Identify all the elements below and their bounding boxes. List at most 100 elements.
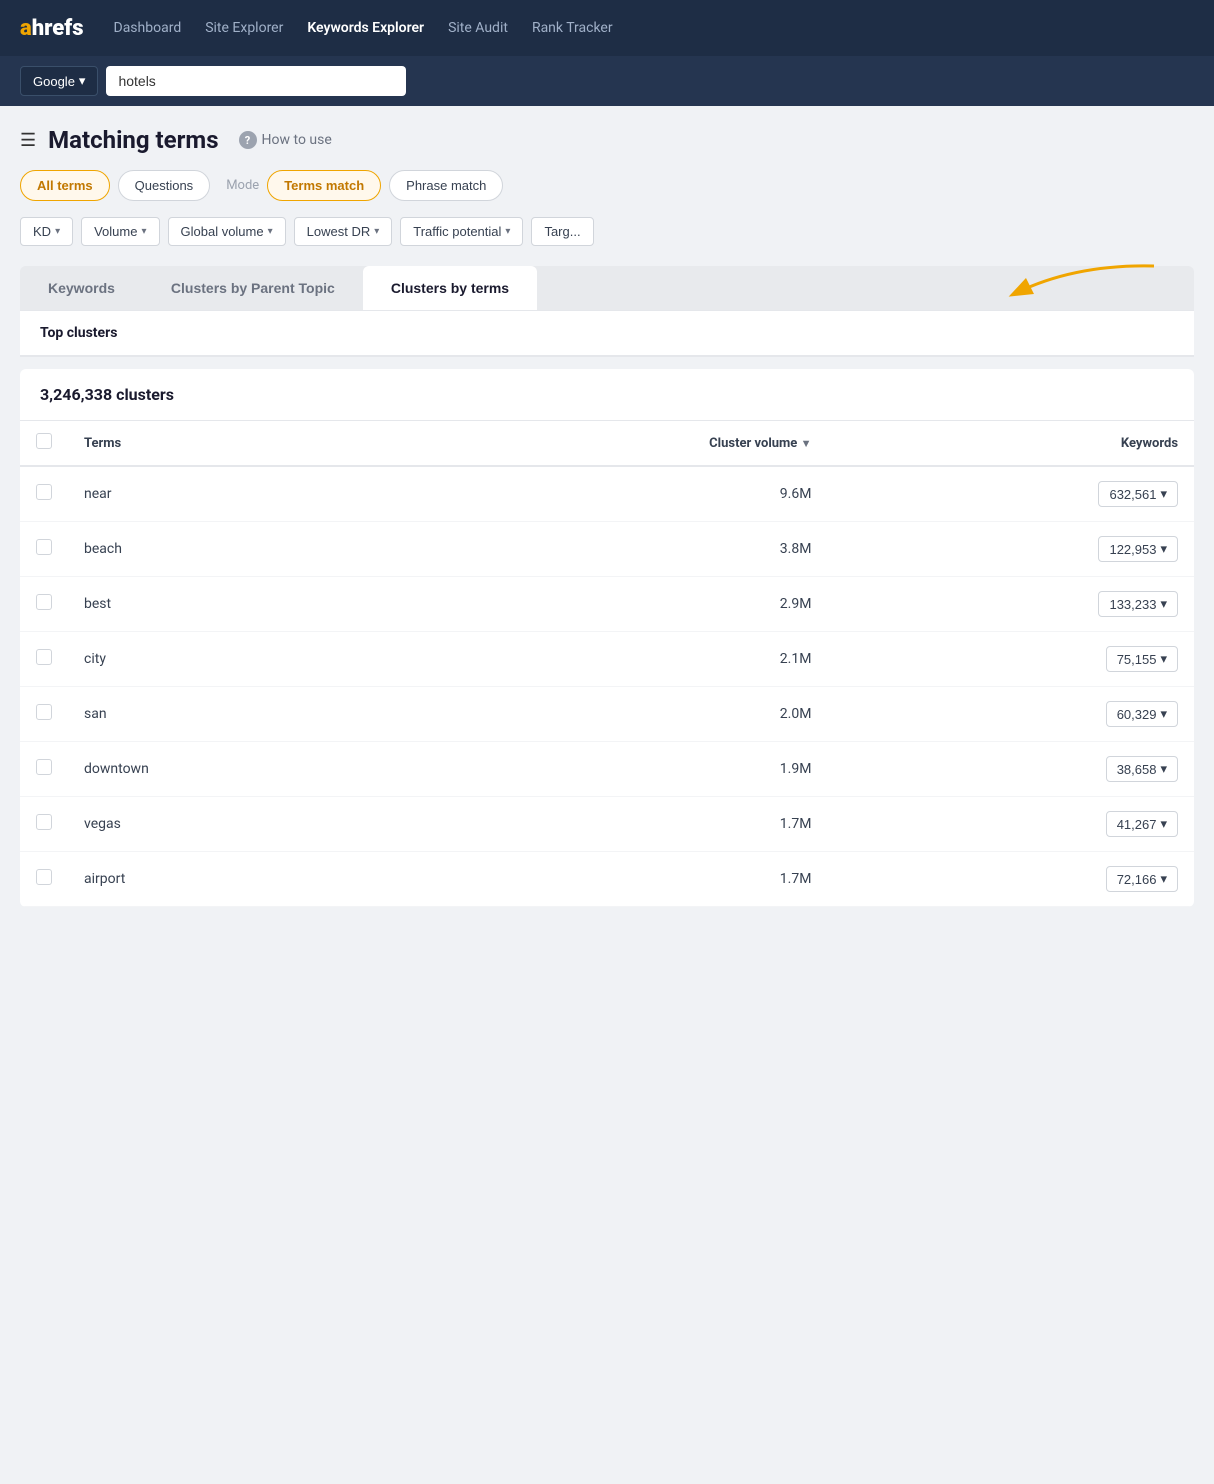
help-icon: ? [239,131,257,149]
row-checkbox-cell [20,522,68,577]
keywords-dropdown-btn-1[interactable]: 122,953 ▾ [1098,536,1178,562]
row-keywords-2: 133,233 ▾ [827,577,1194,632]
filter-row: KD ▾ Volume ▾ Global volume ▾ Lowest DR … [20,217,1194,246]
keywords-dropdown-btn-6[interactable]: 41,267 ▾ [1106,811,1178,837]
table-row: beach 3.8M 122,953 ▾ [20,522,1194,577]
select-all-checkbox[interactable] [36,433,52,449]
row-checkbox-7[interactable] [36,869,52,885]
nav-site-explorer[interactable]: Site Explorer [205,20,283,36]
row-checkbox-4[interactable] [36,704,52,720]
row-checkbox-cell [20,742,68,797]
th-cluster-volume[interactable]: Cluster volume ▼ [386,421,827,466]
row-checkbox-cell [20,632,68,687]
sort-desc-icon: ▼ [801,437,812,450]
page-title: Matching terms [48,126,218,154]
row-checkbox-cell [20,577,68,632]
chevron-down-icon: ▾ [505,226,510,237]
filter-volume[interactable]: Volume ▾ [81,217,159,246]
filter-traffic-potential[interactable]: Traffic potential ▾ [400,217,523,246]
search-engine-label: Google [33,74,75,89]
row-keywords-0: 632,561 ▾ [827,466,1194,522]
tab-questions[interactable]: Questions [118,170,211,201]
search-input[interactable] [106,66,406,96]
search-engine-selector[interactable]: Google ▾ [20,66,98,96]
row-checkbox-6[interactable] [36,814,52,830]
tab-terms-match[interactable]: Terms match [267,170,381,201]
row-checkbox-cell [20,687,68,742]
filter-lowest-dr-label: Lowest DR [307,224,371,239]
chevron-down-icon: ▾ [141,226,146,237]
row-checkbox-cell [20,852,68,907]
row-checkbox-1[interactable] [36,539,52,555]
filter-traffic-potential-label: Traffic potential [413,224,501,239]
row-term-0: near [68,466,386,522]
how-to-use-link[interactable]: ? How to use [239,131,332,149]
chevron-down-icon: ▾ [79,73,86,89]
row-keywords-3: 75,155 ▾ [827,632,1194,687]
chevron-down-icon: ▾ [55,226,60,237]
logo-hrefs: hrefs [32,16,84,41]
row-volume-3: 2.1M [386,632,827,687]
row-checkbox-3[interactable] [36,649,52,665]
row-checkbox-cell [20,797,68,852]
table-row: vegas 1.7M 41,267 ▾ [20,797,1194,852]
chevron-down-icon: ▾ [1160,871,1167,887]
filter-targ-label: Targ... [544,224,580,239]
keywords-dropdown-btn-7[interactable]: 72,166 ▾ [1106,866,1178,892]
logo[interactable]: ahrefs [20,16,84,41]
row-keywords-6: 41,267 ▾ [827,797,1194,852]
row-checkbox-2[interactable] [36,594,52,610]
row-term-2: best [68,577,386,632]
menu-icon[interactable]: ☰ [20,130,36,151]
mode-label: Mode [226,178,259,193]
row-keywords-4: 60,329 ▾ [827,687,1194,742]
filter-kd-label: KD [33,224,51,239]
row-checkbox-0[interactable] [36,484,52,500]
row-volume-6: 1.7M [386,797,827,852]
keywords-dropdown-btn-5[interactable]: 38,658 ▾ [1106,756,1178,782]
row-term-5: downtown [68,742,386,797]
keywords-dropdown-btn-4[interactable]: 60,329 ▾ [1106,701,1178,727]
filter-targ[interactable]: Targ... [531,217,593,246]
table-row: airport 1.7M 72,166 ▾ [20,852,1194,907]
keywords-dropdown-btn-2[interactable]: 133,233 ▾ [1098,591,1178,617]
row-checkbox-5[interactable] [36,759,52,775]
navbar: ahrefs Dashboard Site Explorer Keywords … [0,0,1214,56]
top-clusters-bar: Top clusters [20,311,1194,356]
chevron-down-icon: ▾ [1160,816,1167,832]
nav-rank-tracker[interactable]: Rank Tracker [532,20,613,36]
tab-all-terms[interactable]: All terms [20,170,110,201]
chevron-down-icon: ▾ [268,226,273,237]
tab-clusters-by-terms[interactable]: Clusters by terms [363,266,537,310]
th-cluster-volume-label: Cluster volume [709,436,797,451]
row-volume-5: 1.9M [386,742,827,797]
page-header: ☰ Matching terms ? How to use [20,126,1194,154]
tab-phrase-match[interactable]: Phrase match [389,170,503,201]
filter-volume-label: Volume [94,224,137,239]
nav-dashboard[interactable]: Dashboard [114,20,182,36]
filter-global-volume[interactable]: Global volume ▾ [168,217,286,246]
keywords-dropdown-btn-3[interactable]: 75,155 ▾ [1106,646,1178,672]
page-content: ☰ Matching terms ? How to use All terms … [0,106,1214,927]
nav-keywords-explorer[interactable]: Keywords Explorer [307,20,424,36]
th-keywords: Keywords [827,421,1194,466]
filter-kd[interactable]: KD ▾ [20,217,73,246]
filter-tabs-row: All terms Questions Mode Terms match Phr… [20,170,1194,201]
tab-keywords[interactable]: Keywords [20,266,143,310]
table-row: best 2.9M 133,233 ▾ [20,577,1194,632]
row-volume-7: 1.7M [386,852,827,907]
th-checkbox [20,421,68,466]
table-row: san 2.0M 60,329 ▾ [20,687,1194,742]
chevron-down-icon: ▾ [374,226,379,237]
row-volume-0: 9.6M [386,466,827,522]
filter-lowest-dr[interactable]: Lowest DR ▾ [294,217,393,246]
filter-global-volume-label: Global volume [181,224,264,239]
row-term-1: beach [68,522,386,577]
row-term-6: vegas [68,797,386,852]
table-body: near 9.6M 632,561 ▾ beach 3.8M 122,953 ▾ [20,466,1194,907]
nav-site-audit[interactable]: Site Audit [448,20,508,36]
tab-clusters-parent-topic[interactable]: Clusters by Parent Topic [143,266,363,310]
row-volume-1: 3.8M [386,522,827,577]
keywords-dropdown-btn-0[interactable]: 632,561 ▾ [1098,481,1178,507]
chevron-down-icon: ▾ [1160,541,1167,557]
